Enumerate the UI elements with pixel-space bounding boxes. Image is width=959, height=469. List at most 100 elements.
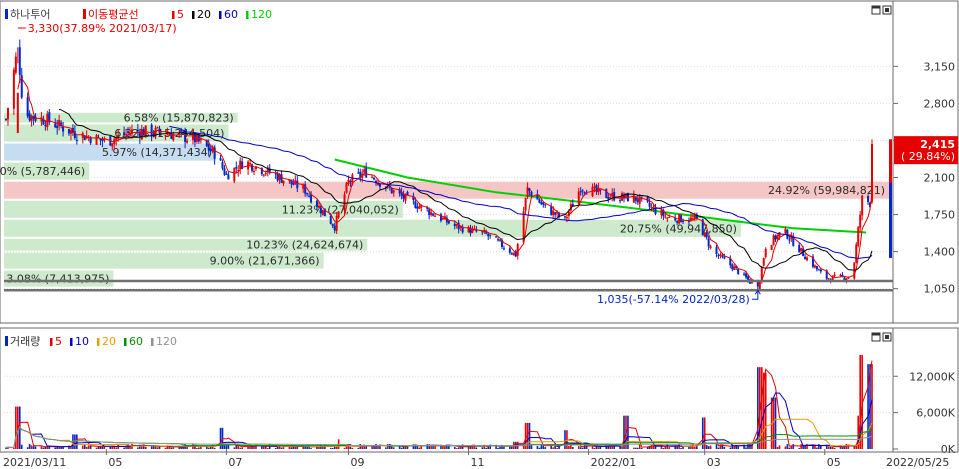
volume-bar <box>385 447 387 449</box>
right-edge-candle-up <box>889 139 892 183</box>
volume-profile-label: 9.00% (21,671,366) <box>210 255 320 268</box>
volume-bar <box>156 447 159 449</box>
candle-body <box>800 247 803 252</box>
candle-body <box>125 133 128 135</box>
candle-body <box>776 234 779 240</box>
candle-body <box>815 266 818 270</box>
candle-body <box>524 197 527 211</box>
candle-body <box>705 232 708 238</box>
candle-body <box>199 139 202 141</box>
volume-bar <box>343 447 346 449</box>
candle-body <box>497 239 500 241</box>
candle-body <box>676 220 679 223</box>
volume-bar <box>265 446 267 449</box>
volume-bar <box>294 446 297 449</box>
volume-bar <box>137 447 139 449</box>
volume-bar <box>390 446 393 449</box>
volume-bar <box>676 446 678 449</box>
volume-bar <box>54 447 57 449</box>
price-tick-label: 1,400 <box>924 246 956 259</box>
candle-body <box>798 244 801 253</box>
volume-bar <box>113 446 116 449</box>
candle-body <box>447 220 450 224</box>
volume-bar <box>89 445 92 449</box>
volume-bar <box>772 397 775 449</box>
volume-bar <box>40 446 43 449</box>
volume-bar <box>820 445 822 449</box>
volume-bar <box>109 446 112 449</box>
candle-body <box>508 248 511 253</box>
volume-bar <box>290 447 293 449</box>
volume-bar <box>310 448 312 449</box>
candle-body <box>788 239 791 241</box>
candle-body <box>292 183 295 186</box>
volume-bar <box>263 446 265 449</box>
volume-bar <box>538 447 541 449</box>
volume-bar <box>129 446 131 449</box>
legend-color-swatch <box>172 11 175 19</box>
volume-bar <box>196 447 198 449</box>
volume-bar <box>497 447 499 449</box>
volume-bar <box>776 447 779 449</box>
volume-bar <box>261 446 263 449</box>
candle-body <box>636 199 639 203</box>
volume-bar <box>680 447 682 449</box>
candle-body <box>565 217 568 219</box>
candle-body <box>542 202 545 205</box>
volume-bar <box>308 447 310 449</box>
volume-bar <box>207 447 210 449</box>
candle-body <box>54 123 57 128</box>
volume-bar <box>774 397 777 449</box>
volume-bar <box>81 445 84 449</box>
volume-bar <box>636 447 639 449</box>
candle-body <box>44 124 47 127</box>
candle-body <box>526 187 529 198</box>
volume-bar <box>400 447 403 449</box>
candle-body <box>335 215 338 231</box>
volume-bar <box>556 447 558 449</box>
candle-body <box>806 257 809 261</box>
candle-body <box>441 217 444 220</box>
candle-body <box>371 176 374 178</box>
legend-period-label: 5 <box>177 8 184 21</box>
volume-bar <box>662 448 665 449</box>
candle-body <box>6 108 9 120</box>
volume-bar <box>241 447 243 449</box>
volume-bar <box>34 446 37 449</box>
candle-body <box>264 173 267 175</box>
min-price-annotation: 1,035(-57.14% 2022/03/28) <box>597 293 750 306</box>
volume-bar <box>812 445 814 449</box>
maximize-icon-bar <box>872 333 880 336</box>
candle-body <box>640 196 643 198</box>
volume-bar <box>745 447 747 449</box>
volume-bar <box>42 447 45 449</box>
volume-bar <box>170 447 173 449</box>
volume-bar <box>572 446 574 449</box>
current-price-change: ( 29.84%) <box>901 150 955 163</box>
candle-body <box>481 231 484 233</box>
volume-bar <box>737 446 739 449</box>
volume-bar <box>503 446 505 449</box>
volume-bar <box>398 446 401 449</box>
volume-bar <box>729 447 732 449</box>
candle-body <box>186 140 189 143</box>
candle-body <box>455 224 458 226</box>
candle-body <box>150 124 153 137</box>
candle-body <box>117 134 120 138</box>
volume-bar <box>459 447 462 449</box>
candle-body <box>581 190 584 192</box>
legend-color-swatch <box>246 11 249 19</box>
volume-bar <box>322 446 324 449</box>
date-tick-label: 2022/05/25 <box>886 456 949 469</box>
candle-body <box>432 213 435 216</box>
candle-body <box>528 188 531 192</box>
volume-bar <box>633 447 635 449</box>
legend-period-label: 60 <box>129 335 143 348</box>
candle-body <box>343 194 346 211</box>
candle-body <box>772 235 775 245</box>
volume-bar <box>705 445 708 449</box>
candle-body <box>337 211 340 218</box>
candle-body <box>225 173 228 175</box>
candle-body <box>530 191 533 197</box>
candle-body <box>563 216 566 218</box>
